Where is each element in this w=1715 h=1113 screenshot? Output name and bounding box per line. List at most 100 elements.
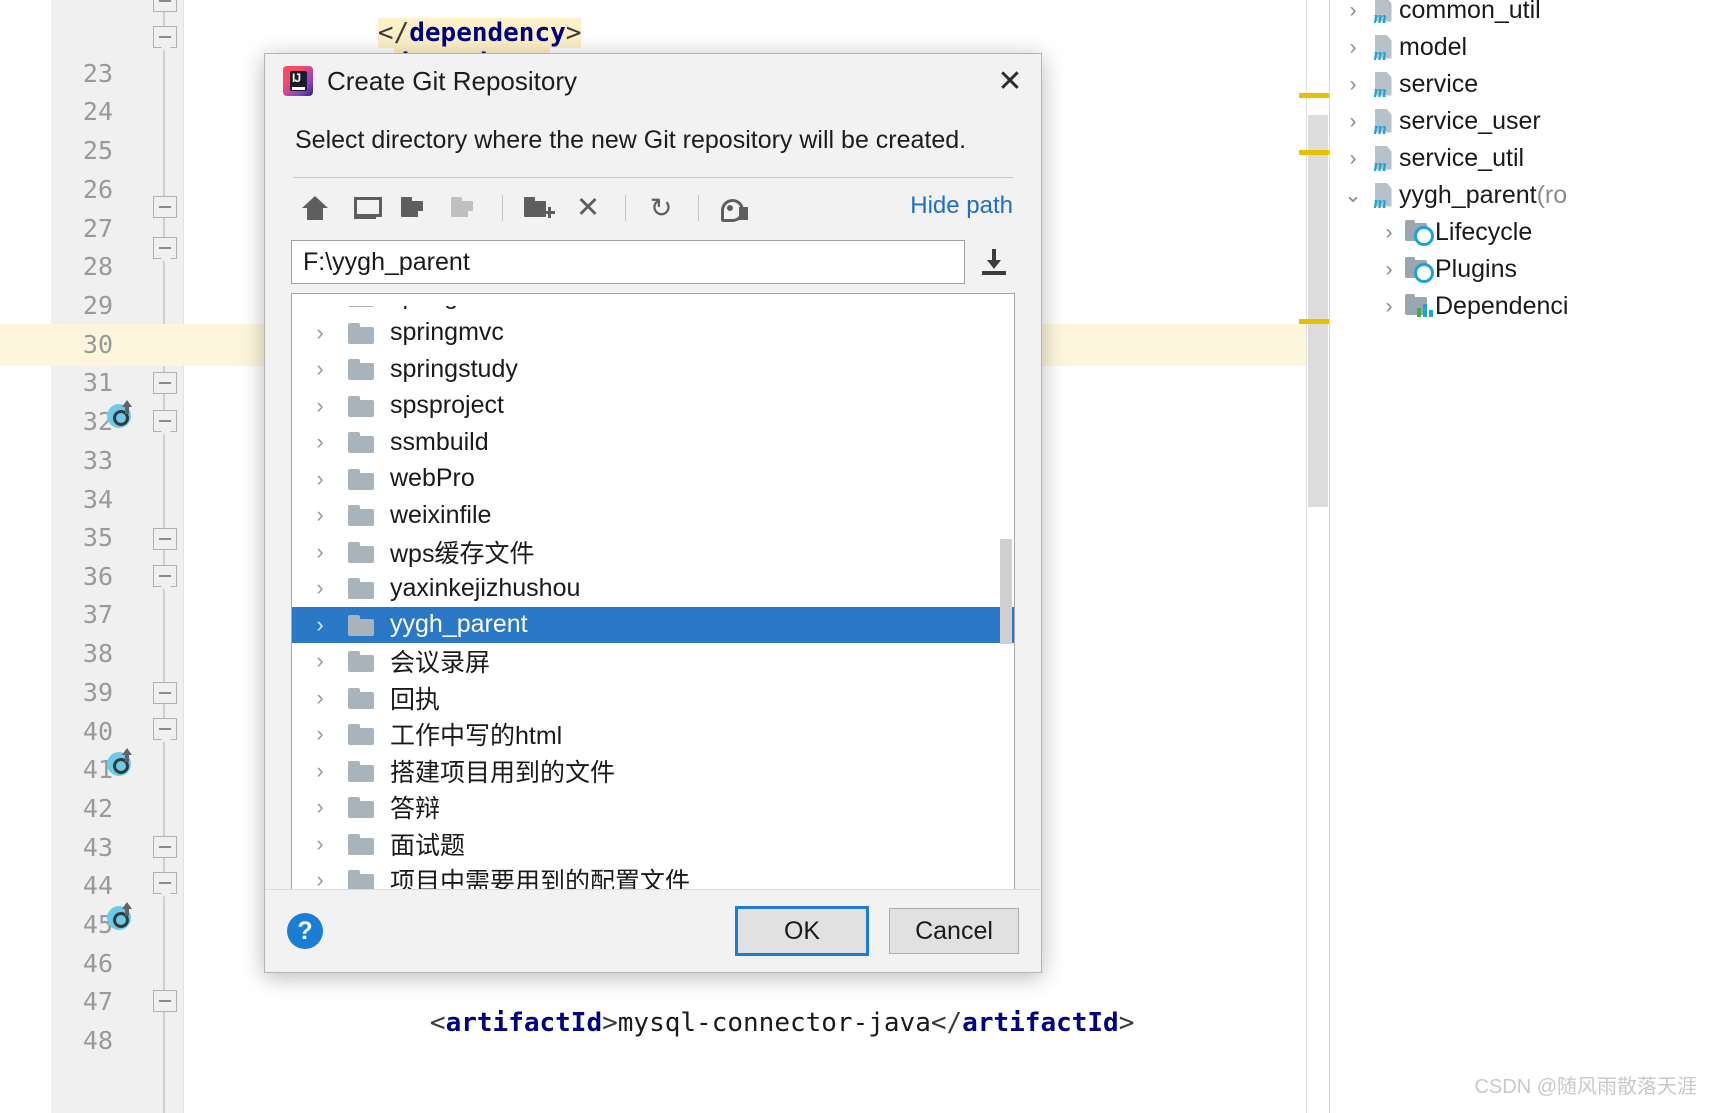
close-icon[interactable]: ✕ [993,67,1027,97]
maven-item-service_user[interactable]: › m service_user [1330,103,1715,140]
chevron-right-icon[interactable]: › [1338,147,1368,171]
maven-item-label: model [1399,33,1468,61]
code-fold-marker[interactable] [153,196,177,218]
ok-button[interactable]: OK [735,906,869,956]
chevron-right-icon[interactable]: › [292,831,348,857]
code-fold-marker[interactable] [153,836,177,858]
chevron-right-icon[interactable]: › [1374,295,1404,319]
maven-item-dependencies[interactable]: › Dependenci [1330,288,1715,325]
chevron-right-icon[interactable]: › [292,393,348,419]
help-icon[interactable]: ? [287,913,323,949]
maven-dependency-badge-icon[interactable] [107,902,135,930]
code-fold-marker[interactable] [153,565,177,587]
tree-scrollbar-thumb[interactable] [1000,539,1012,644]
tree-item-label: 会议录屏 [390,649,491,678]
warning-stripe-marker[interactable] [1299,150,1329,155]
maven-item-plugins[interactable]: › Plugins [1330,251,1715,288]
tree-item-receipts[interactable]: › 回执 [292,680,1014,717]
tree-item-ssmbuild[interactable]: › ssmbuild [292,424,1014,461]
chevron-right-icon[interactable]: › [292,575,348,601]
line-number: 24 [82,97,113,126]
code-token-close: > [565,18,582,48]
project-folder-icon[interactable] [391,186,439,230]
path-field-row[interactable]: F:\yygh_parent [291,240,1015,284]
maven-item-yygh_parent[interactable]: ⌄ m yygh_parent (ro [1330,177,1715,214]
chevron-right-icon[interactable]: › [1374,221,1404,245]
code-fold-marker[interactable] [153,682,177,704]
dialog-titlebar[interactable]: IJ Create Git Repository ✕ [265,54,1041,108]
tree-item-yygh_parent-selected[interactable]: › yygh_parent [292,606,1014,643]
tree-item-springmvc[interactable]: › springmvc [292,315,1014,352]
maven-item-service_util[interactable]: › m service_util [1330,140,1715,177]
create-git-repository-dialog[interactable]: IJ Create Git Repository ✕ Select direct… [264,53,1042,973]
chevron-right-icon[interactable]: › [292,685,348,711]
chevron-right-icon[interactable]: › [1338,110,1368,134]
maven-dependency-badge-icon[interactable] [107,748,135,776]
chevron-right-icon[interactable]: › [292,502,348,528]
tree-item-springstudy[interactable]: › springstudy [292,351,1014,388]
code-fold-marker[interactable] [153,410,177,432]
chevron-right-icon[interactable]: › [1374,258,1404,282]
chevron-right-icon[interactable]: › [292,539,348,565]
tree-item-defense[interactable]: › 答辩 [292,789,1014,826]
home-icon[interactable] [291,186,339,230]
chevron-right-icon[interactable]: › [292,648,348,674]
tree-item-wps-cache[interactable]: › wps缓存文件 [292,534,1014,571]
new-folder-icon[interactable] [514,186,562,230]
tree-item-meeting-recordings[interactable]: › 会议录屏 [292,643,1014,680]
chevron-right-icon[interactable]: › [292,612,348,638]
tree-item-weixinfile[interactable]: › weixinfile [292,497,1014,534]
folder-chart-icon [1404,293,1435,320]
maven-item-label: Dependenci [1435,292,1569,320]
code-line-48: <artifactId>mysql-connector-java</artifa… [336,978,1134,1068]
maven-item-service[interactable]: › m service [1330,66,1715,103]
tree-item-work-html[interactable]: › 工作中写的html [292,716,1014,753]
expand-path-icon[interactable] [973,241,1015,283]
tree-item-spsproject[interactable]: › spsproject [292,388,1014,425]
path-input[interactable]: F:\yygh_parent [291,240,965,284]
chevron-right-icon[interactable]: › [292,794,348,820]
code-token-tagname: artifactId [445,1008,603,1038]
maven-item-common_util[interactable]: › m common_util [1330,0,1715,29]
delete-icon[interactable]: ✕ [564,186,612,230]
code-fold-marker[interactable] [153,26,177,48]
code-fold-marker[interactable] [153,990,177,1012]
tree-item-yaxinkejizhushou[interactable]: › yaxinkejizhushou [292,570,1014,607]
chevron-right-icon[interactable]: › [292,320,348,346]
code-fold-marker[interactable] [153,237,177,259]
chevron-right-icon[interactable]: › [1338,73,1368,97]
chevron-right-icon[interactable]: › [292,356,348,382]
show-hidden-files-icon[interactable] [710,186,758,230]
chevron-right-icon[interactable]: › [1338,36,1368,60]
editor-scrollbar-thumb[interactable] [1308,115,1328,507]
tree-item-project-setup-files[interactable]: › 搭建项目用到的文件 [292,753,1014,790]
code-fold-marker[interactable] [153,718,177,740]
warning-stripe-marker[interactable] [1299,319,1329,324]
chevron-right-icon[interactable]: › [292,466,348,492]
chevron-down-icon[interactable]: ⌄ [1338,183,1368,208]
directory-tree[interactable]: › springdemo1 › springmvc › springstudy … [291,293,1015,902]
maven-tool-window[interactable]: › m common_util › m model › m service › … [1329,0,1715,1113]
tree-item-interview-questions[interactable]: › 面试题 [292,826,1014,863]
desktop-icon[interactable] [341,186,389,230]
code-fold-marker[interactable] [153,872,177,894]
directory-tree-scroll[interactable]: › springdemo1 › springmvc › springstudy … [292,294,1014,901]
warning-stripe-marker[interactable] [1299,93,1329,98]
chevron-right-icon[interactable]: › [292,429,348,455]
code-fold-marker[interactable] [153,372,177,394]
chevron-right-icon[interactable]: › [1338,0,1368,23]
code-fold-marker[interactable] [153,528,177,550]
chevron-right-icon[interactable]: › [292,721,348,747]
refresh-icon[interactable]: ↻ [637,186,685,230]
tree-item-webpro[interactable]: › webPro [292,461,1014,498]
file-chooser-toolbar[interactable]: ✕ ↻ Hide path [291,180,1015,236]
maven-dependency-badge-icon[interactable] [107,400,135,428]
code-fold-marker[interactable] [153,0,177,12]
chevron-right-icon[interactable]: › [292,758,348,784]
maven-item-model[interactable]: › m model [1330,29,1715,66]
tree-item-label: 搭建项目用到的文件 [390,758,616,787]
cancel-button[interactable]: Cancel [889,908,1019,954]
folder-icon [348,357,382,381]
hide-path-link[interactable]: Hide path [910,192,1013,220]
maven-item-lifecycle[interactable]: › Lifecycle [1330,214,1715,251]
